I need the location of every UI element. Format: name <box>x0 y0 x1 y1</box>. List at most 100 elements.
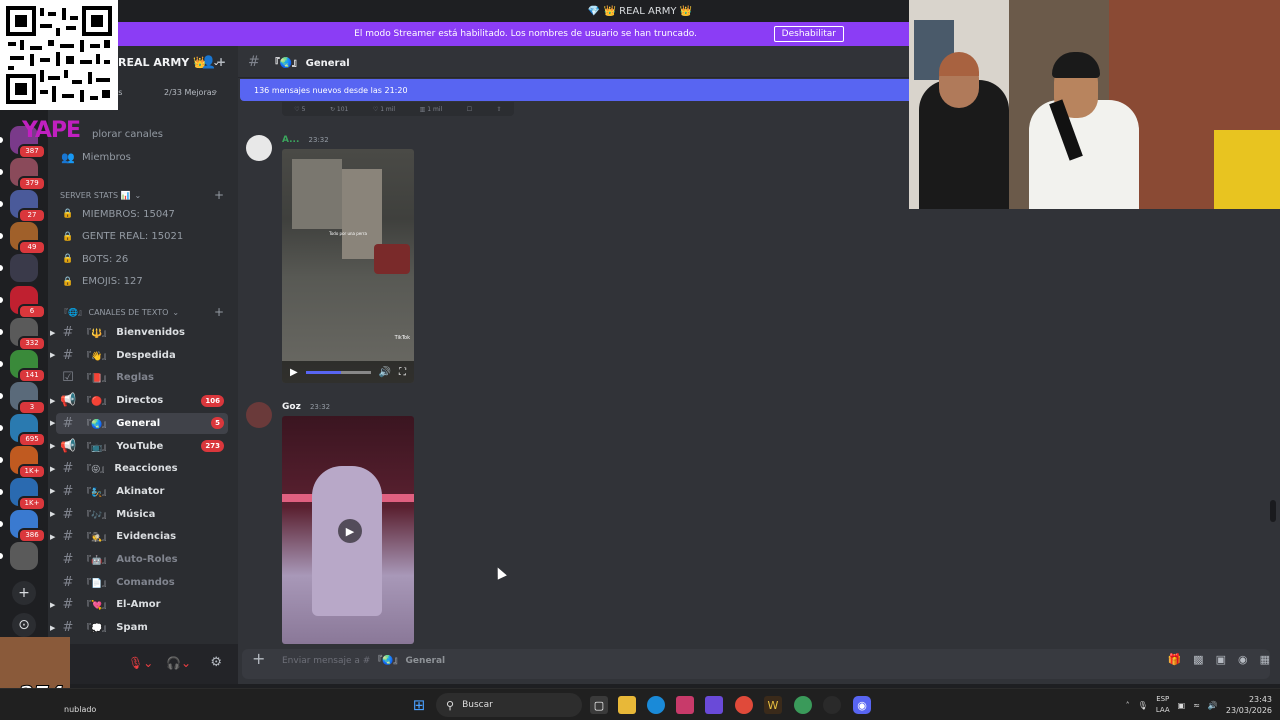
video-frame-car <box>374 244 410 274</box>
play-button[interactable]: ▶ <box>338 519 362 543</box>
unread-indicator <box>0 137 3 143</box>
add-channel-icon[interactable]: + <box>214 188 224 202</box>
channel-bienvenidos[interactable]: ▶ # 『🔱』 Bienvenidos <box>50 322 228 343</box>
stat-channel[interactable]: 🔒 MIEMBROS: 15047 <box>56 203 175 225</box>
gif-icon[interactable]: ▩ <box>1193 653 1203 666</box>
server-icon-image <box>10 542 38 570</box>
previous-embed-footer: ♡ 5 ↻ 101 ♡ 1 mil ▥ 1 mil ☐ ⇧ <box>282 102 514 116</box>
mic-muted-icon[interactable]: 🎙⌄ <box>128 656 153 670</box>
server-rail: 387 379 27 49 6 332 141 3 695 1K+ 1K+ 386 + ⊙ <box>0 110 48 690</box>
embed-stat: ⇧ <box>496 105 502 113</box>
channel-reglas[interactable]: ☑ 『📕』 Reglas <box>56 367 228 388</box>
channel-label: Spam <box>116 622 148 634</box>
obs-icon[interactable] <box>823 696 841 714</box>
channel-spam[interactable]: ▶ # 『💭』 Spam <box>50 617 228 638</box>
category-server-stats[interactable]: SERVER STATS 📊 ⌄ + <box>56 187 230 203</box>
volume-icon[interactable]: 🔊 <box>1208 701 1218 710</box>
channel-youtube[interactable]: ▶ 📢 『📺』 YouTube 273 <box>50 436 228 457</box>
disable-streamer-button[interactable]: Deshabilitar <box>773 26 844 42</box>
video-attachment[interactable]: ▶ <box>282 416 414 644</box>
channel-emoji: 『💭』 <box>82 624 112 635</box>
channel-emoji: 『🤖』 <box>82 556 112 566</box>
channel-música[interactable]: ▶ # 『🎶』 Música <box>50 504 228 525</box>
server-mention-badge: 695 <box>18 432 46 447</box>
channel-despedida[interactable]: ▶ # 『👋』 Despedida <box>50 345 228 366</box>
unread-arrow-icon: ▶ <box>50 464 56 473</box>
channel-type-icon: 📢 <box>60 393 77 409</box>
gift-icon[interactable]: 🎁 <box>1167 653 1181 666</box>
sticker-icon[interactable]: ▣ <box>1216 653 1226 666</box>
chrome-profile-icon[interactable] <box>794 696 812 714</box>
discord-icon[interactable]: ◉ <box>853 696 871 714</box>
stat-channel[interactable]: 🔒 BOTS: 26 <box>56 248 128 270</box>
play-icon[interactable]: ▶ <box>290 367 298 378</box>
avatar[interactable] <box>246 135 272 161</box>
channel-general[interactable]: ▶ # 『🌏』 General 5 <box>50 412 228 434</box>
author-name[interactable]: Goz <box>282 402 301 412</box>
server-icon[interactable] <box>10 542 38 570</box>
channel-type-icon: # <box>62 483 74 499</box>
channel-emoji: 『🔴』 <box>82 397 112 408</box>
channel-akinator[interactable]: ▶ # 『🧞』 Akinator <box>50 481 228 502</box>
channel-label: Despedida <box>116 349 176 361</box>
game-app-icon[interactable]: W <box>764 696 782 714</box>
add-server-button[interactable]: + <box>12 581 36 605</box>
channel-auto-roles[interactable]: # 『🤖』 Auto-Roles <box>56 549 228 570</box>
chat-scrollbar[interactable] <box>1270 500 1276 522</box>
chrome-icon[interactable] <box>735 696 753 714</box>
stat-channel[interactable]: 🔒 GENTE REAL: 15021 <box>56 226 183 248</box>
stat-channel-label: MIEMBROS: 15047 <box>82 208 175 220</box>
clock[interactable]: 23:43 23/03/2026 <box>1226 694 1272 716</box>
discover-icon[interactable]: ⊙ <box>12 613 36 637</box>
channel-emoji: 『🧞』 <box>82 487 112 498</box>
taskbar-search[interactable]: ⚲ Buscar <box>436 693 582 717</box>
channel-evidencias[interactable]: ▶ # 『🕵』 Evidencias <box>50 526 228 547</box>
webcam-yellow-object <box>1214 130 1280 209</box>
unread-arrow-icon: ▶ <box>50 396 56 405</box>
channel-el-amor[interactable]: ▶ # 『💘』 El-Amor <box>50 594 228 615</box>
stat-channel[interactable]: 🔒 EMOJIS: 127 <box>56 271 142 293</box>
channel-emoji: 『📺』 <box>82 442 112 453</box>
apps-icon[interactable]: ▦ <box>1260 653 1270 666</box>
task-view-icon[interactable]: ▢ <box>590 696 608 714</box>
chevron-down-icon: ⌄ <box>172 307 180 317</box>
unread-arrow-icon: ▶ <box>50 532 56 541</box>
nav-explore-label: plorar canales <box>92 128 164 140</box>
add-attachment-icon[interactable]: + <box>252 649 265 668</box>
weather-text[interactable]: nublado <box>64 705 96 714</box>
app-icon[interactable] <box>676 696 694 714</box>
fullscreen-icon[interactable]: ⛶ <box>399 367 406 378</box>
stat-channel-label: BOTS: 26 <box>82 253 129 265</box>
video-frame-building <box>292 159 342 229</box>
file-explorer-icon[interactable] <box>618 696 636 714</box>
emoji-icon[interactable]: ◉ <box>1238 653 1248 666</box>
channel-reacciones[interactable]: ▶ # 『😝』 Reacciones <box>50 458 228 479</box>
chevron-up-icon[interactable]: ˄ <box>1126 701 1130 710</box>
wifi-icon[interactable]: ≈ <box>1193 701 1200 710</box>
channel-comandos[interactable]: # 『📄』 Comandos <box>56 572 228 593</box>
nav-members[interactable]: 👥 Miembros <box>56 146 131 168</box>
channel-directos[interactable]: ▶ 📢 『🔴』 Directos 106 <box>50 390 228 411</box>
video-progress-bar[interactable] <box>305 370 371 374</box>
gear-icon[interactable]: ⚙ <box>210 655 222 670</box>
add-user-icon[interactable]: 👤+ <box>201 55 226 69</box>
avatar[interactable] <box>246 402 272 428</box>
video-attachment[interactable]: Todo por una perra TikTok ▶ 🔊 ⛶ <box>282 149 414 383</box>
category-text-channels[interactable]: 『🌐』 CANALES DE TEXTO ⌄ + <box>56 304 230 320</box>
network-icon[interactable]: ▣ <box>1178 701 1186 710</box>
volume-icon[interactable]: 🔊 <box>379 367 391 378</box>
headphones-muted-icon[interactable]: 🎧⌄ <box>166 656 191 670</box>
unread-indicator <box>0 297 3 303</box>
add-channel-icon[interactable]: + <box>214 305 224 319</box>
author-name[interactable]: A... <box>282 135 299 145</box>
tiktok-watermark: TikTok <box>394 335 410 341</box>
server-icon[interactable] <box>10 254 38 282</box>
windows-start-icon[interactable]: ⊞ <box>410 696 428 714</box>
edge-icon[interactable] <box>647 696 665 714</box>
microphone-icon[interactable]: 🎙 <box>1138 701 1148 710</box>
copilot-icon[interactable] <box>705 696 723 714</box>
language-indicator[interactable]: ESP LAA <box>1156 694 1170 716</box>
composer-placeholder[interactable]: Enviar mensaje a # 『🌏』 General <box>282 653 445 666</box>
members-icon: 👥 <box>61 150 75 164</box>
new-messages-bar[interactable]: 136 mensajes nuevos desde las 21:20 <box>240 79 910 101</box>
